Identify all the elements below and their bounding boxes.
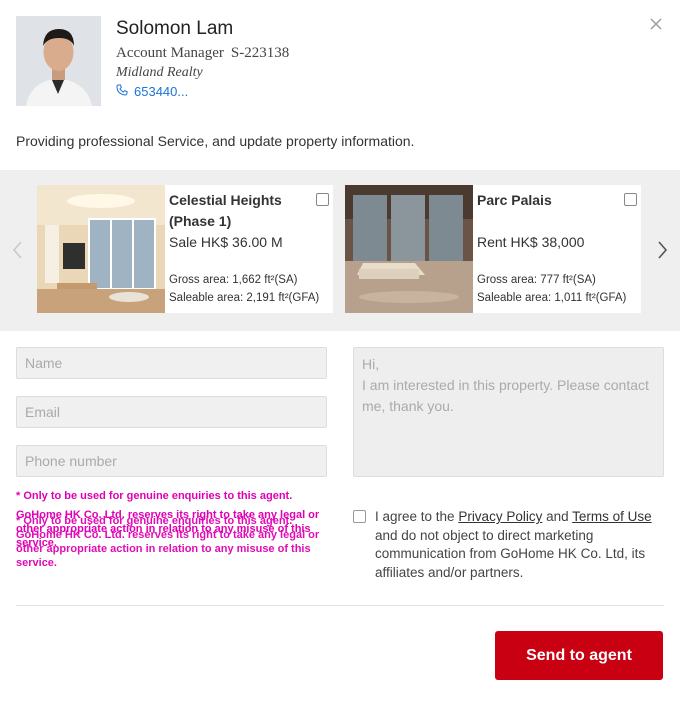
consent-and: and xyxy=(542,509,573,524)
property-price: Rent HK$ 38,000 xyxy=(477,234,585,250)
chevron-right-icon[interactable] xyxy=(654,238,670,262)
property-details: Parc Palais Rent HK$ 38,000 Gross area: … xyxy=(473,185,641,313)
agent-card: Solomon Lam Account Manager S-223138 Midl… xyxy=(16,16,616,106)
agent-title-line: Account Manager S-223138 xyxy=(116,45,289,62)
agent-avatar xyxy=(16,16,101,106)
gross-area: Gross area: 777 ft²(SA) xyxy=(477,274,596,286)
agent-phone-link[interactable]: 653440... xyxy=(116,84,289,99)
phone-icon xyxy=(116,84,128,99)
property-areas: Gross area: 1,662 ft²(SA) Saleable area:… xyxy=(169,271,319,307)
consent-text: I agree to the Privacy Policy and Terms … xyxy=(375,508,653,582)
property-title: Celestial Heights (Phase 1) xyxy=(169,192,282,229)
agent-name: Solomon Lam xyxy=(116,18,234,39)
consent-checkbox[interactable] xyxy=(353,510,366,523)
consent-block: I agree to the Privacy Policy and Terms … xyxy=(353,508,653,582)
disclaimer-line1: * Only to be used for genuine enquiries … xyxy=(16,490,293,502)
chevron-left-icon[interactable] xyxy=(10,238,26,262)
property-card[interactable]: Celestial Heights (Phase 1) Sale HK$ 36.… xyxy=(37,185,333,313)
property-price: Sale HK$ 36.00 M xyxy=(169,234,283,250)
name-input[interactable] xyxy=(16,347,327,379)
email-input[interactable] xyxy=(16,396,327,428)
property-card[interactable]: Parc Palais Rent HK$ 38,000 Gross area: … xyxy=(345,185,641,313)
phone-input[interactable] xyxy=(16,445,327,477)
agent-phone: 653440... xyxy=(134,84,189,99)
property-select-checkbox[interactable] xyxy=(624,193,637,206)
property-title: Parc Palais xyxy=(477,192,552,208)
consent-suffix: and do not object to direct marketing co… xyxy=(375,527,646,580)
property-photo xyxy=(345,185,473,313)
agent-tagline: Providing professional Service, and upda… xyxy=(16,133,415,149)
close-icon[interactable] xyxy=(646,14,666,34)
gross-area: Gross area: 1,662 ft²(SA) xyxy=(169,274,298,286)
property-areas: Gross area: 777 ft²(SA) Saleable area: 1… xyxy=(477,271,626,307)
saleable-area: Saleable area: 1,011 ft²(GFA) xyxy=(477,292,627,304)
terms-of-use-link[interactable]: Terms of Use xyxy=(572,509,652,524)
agent-license: S-223138 xyxy=(230,45,290,61)
property-details: Celestial Heights (Phase 1) Sale HK$ 36.… xyxy=(165,185,333,313)
property-carousel: Celestial Heights (Phase 1) Sale HK$ 36.… xyxy=(0,170,680,331)
agent-info: Solomon Lam Account Manager S-223138 Midl… xyxy=(116,16,289,99)
send-to-agent-button[interactable]: Send to agent xyxy=(495,631,663,680)
consent-prefix: I agree to the xyxy=(375,509,459,524)
privacy-policy-link[interactable]: Privacy Policy xyxy=(458,509,542,524)
agent-company: Midland Realty xyxy=(116,65,203,80)
property-photo xyxy=(37,185,165,313)
agent-title: Account Manager xyxy=(116,45,224,61)
message-textarea[interactable] xyxy=(353,347,664,477)
disclaimer-duplicate-text: * Only to be used for genuine enquiries … xyxy=(16,515,320,569)
property-select-checkbox[interactable] xyxy=(316,193,329,206)
saleable-area: Saleable area: 2,191 ft²(GFA) xyxy=(169,292,320,304)
divider xyxy=(16,605,664,606)
